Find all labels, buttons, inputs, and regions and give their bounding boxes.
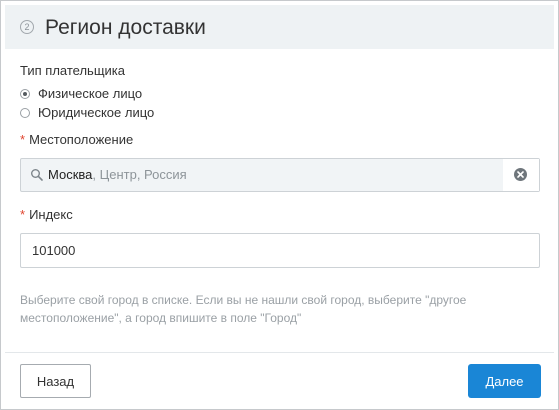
delivery-region-panel: 2 Регион доставки Тип плательщика Физиче… xyxy=(0,0,559,410)
search-icon xyxy=(30,168,44,182)
required-star: * xyxy=(20,207,26,222)
payer-type-option-legal-entity[interactable]: Юридическое лицо xyxy=(20,105,154,121)
postal-index-input[interactable] xyxy=(20,233,540,268)
radio-legal-entity-label[interactable]: Юридическое лицо xyxy=(38,105,154,121)
location-hint-text: Выберите свой город в списке. Если вы не… xyxy=(20,293,467,325)
location-region: , Центр, Россия xyxy=(92,167,187,182)
payer-type-option-individual[interactable]: Физическое лицо xyxy=(20,86,142,102)
location-field[interactable]: Москва, Центр, Россия xyxy=(20,158,540,192)
payer-type-label: Тип плательщика xyxy=(20,63,125,78)
page-title: Регион доставки xyxy=(45,16,206,39)
panel-header: 2 Регион доставки xyxy=(5,5,554,49)
next-button[interactable]: Далее xyxy=(468,364,541,398)
required-star: * xyxy=(20,132,26,147)
clear-location-button[interactable] xyxy=(503,159,539,191)
index-label: * Индекс xyxy=(20,207,73,223)
location-value[interactable]: Москва, Центр, Россия xyxy=(48,167,187,183)
step-number-badge: 2 xyxy=(20,20,34,34)
back-button[interactable]: Назад xyxy=(20,364,91,398)
clear-circle-icon[interactable] xyxy=(513,167,528,182)
location-city: Москва xyxy=(48,167,93,182)
index-label-text: Индекс xyxy=(29,207,73,222)
radio-individual[interactable] xyxy=(20,89,30,99)
location-label-text: Местоположение xyxy=(29,132,134,147)
radio-individual-label[interactable]: Физическое лицо xyxy=(38,86,142,102)
radio-legal-entity[interactable] xyxy=(20,108,30,118)
location-label: * Местоположение xyxy=(20,132,133,148)
panel-footer: Назад Далее xyxy=(5,353,554,405)
